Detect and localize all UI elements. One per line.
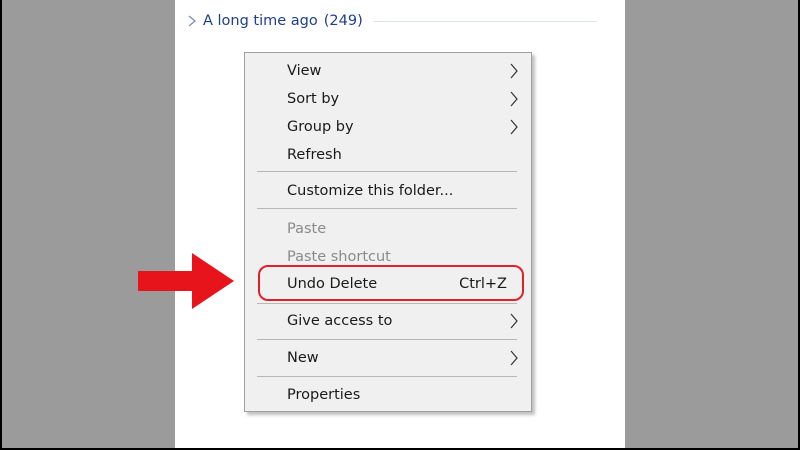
group-count: (249) xyxy=(323,13,363,29)
menu-item-label: Give access to xyxy=(287,313,393,329)
group-label: A long time ago xyxy=(203,13,318,29)
menu-item-give-access-to[interactable]: Give access to xyxy=(245,308,531,334)
menu-item-label: Customize this folder... xyxy=(287,183,454,199)
menu-item-group-by[interactable]: Group by xyxy=(245,114,531,140)
menu-item-label: New xyxy=(287,350,319,366)
menu-item-refresh[interactable]: Refresh xyxy=(245,142,531,168)
undo-delete-highlight xyxy=(258,265,524,301)
context-menu: View Sort by Group by Refresh Customize … xyxy=(244,52,532,412)
menu-item-label: Refresh xyxy=(287,147,342,163)
menu-item-properties[interactable]: Properties xyxy=(245,382,531,408)
menu-item-new[interactable]: New xyxy=(245,345,531,371)
chevron-right-icon xyxy=(510,63,518,79)
chevron-right-icon[interactable] xyxy=(185,14,199,28)
chevron-right-icon xyxy=(510,119,518,135)
menu-separator xyxy=(257,208,517,209)
chevron-right-icon xyxy=(510,350,518,366)
menu-item-label: Paste xyxy=(287,221,327,237)
menu-item-label: Group by xyxy=(287,119,354,135)
menu-item-label: Properties xyxy=(287,387,361,403)
menu-item-label: Paste shortcut xyxy=(287,249,391,265)
menu-item-view[interactable]: View xyxy=(245,58,531,84)
menu-separator xyxy=(257,339,517,340)
menu-item-label: View xyxy=(287,63,322,79)
menu-item-paste: Paste xyxy=(245,216,531,242)
menu-separator xyxy=(257,303,517,304)
group-header[interactable]: A long time ago (249) xyxy=(185,9,597,33)
red-arrow-icon xyxy=(138,253,234,309)
menu-item-sort-by[interactable]: Sort by xyxy=(245,86,531,112)
menu-separator xyxy=(257,171,517,172)
chevron-right-icon xyxy=(510,313,518,329)
group-divider xyxy=(372,20,597,22)
menu-item-label: Sort by xyxy=(287,91,340,107)
menu-item-customize-folder[interactable]: Customize this folder... xyxy=(245,178,531,204)
chevron-right-icon xyxy=(510,91,518,107)
menu-separator xyxy=(257,376,517,377)
